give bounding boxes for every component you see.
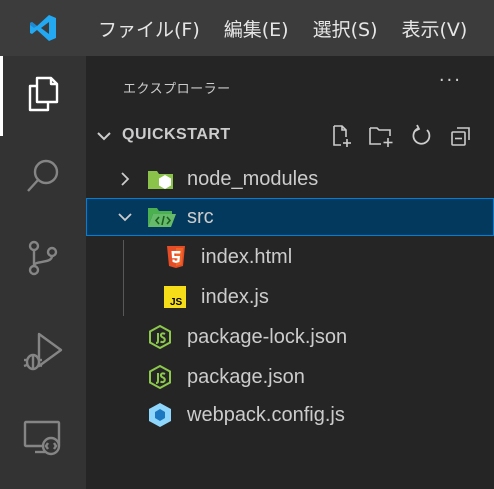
- activity-bar: [0, 56, 86, 489]
- menu-bar: ファイル(F) 編集(E) 選択(S) 表示(V): [0, 0, 494, 56]
- javascript-file-icon: JS: [164, 286, 186, 312]
- remote-explorer-button[interactable]: [0, 400, 86, 480]
- menu-selection[interactable]: 選択(S): [301, 0, 390, 56]
- svg-text:JS: JS: [170, 297, 183, 308]
- run-debug-icon: [21, 330, 65, 378]
- tree-item-label: index.html: [201, 246, 293, 268]
- chevron-down-icon: [116, 208, 134, 230]
- search-button[interactable]: [0, 138, 86, 218]
- collapse-all-icon[interactable]: [446, 122, 476, 150]
- tree-item-package-json[interactable]: package.json: [86, 358, 494, 396]
- nodejs-file-icon: [148, 324, 172, 354]
- tree-item-src[interactable]: src: [86, 198, 494, 236]
- node-folder-icon: [147, 167, 175, 195]
- tree-item-webpack-config-js[interactable]: webpack.config.js: [86, 396, 494, 434]
- new-folder-icon[interactable]: [366, 122, 396, 150]
- run-debug-button[interactable]: [0, 314, 86, 394]
- tree-item-label: package-lock.json: [187, 326, 348, 348]
- vscode-logo-icon: [0, 0, 86, 56]
- workspace-title: QUICKSTART: [122, 126, 231, 143]
- tree-item-label: node_modules: [187, 168, 319, 190]
- explorer-button[interactable]: [0, 56, 86, 136]
- sidebar-title: エクスプローラー: [123, 82, 231, 97]
- src-folder-open-icon: [147, 205, 177, 233]
- chevron-down-icon: [94, 126, 114, 150]
- tree-item-node-modules[interactable]: node_modules: [86, 160, 494, 198]
- html5-file-icon: [166, 245, 186, 273]
- tree-item-label: src: [187, 206, 214, 228]
- remote-explorer-icon: [21, 416, 65, 464]
- explorer-icon: [23, 74, 63, 118]
- tree-item-label: package.json: [187, 366, 305, 388]
- more-actions-button[interactable]: ···: [439, 70, 462, 91]
- refresh-icon[interactable]: [406, 122, 436, 150]
- tree-item-label: webpack.config.js: [187, 404, 345, 426]
- nodejs-file-icon: [148, 364, 172, 394]
- menu-view[interactable]: 表示(V): [390, 0, 480, 56]
- tree-item-package-lock-json[interactable]: package-lock.json: [86, 318, 494, 356]
- chevron-right-icon: [116, 170, 134, 192]
- tree-item-index-js[interactable]: JS index.js: [86, 278, 494, 316]
- menu-edit[interactable]: 編集(E): [212, 0, 301, 56]
- source-control-button[interactable]: [0, 220, 86, 300]
- explorer-sidebar: エクスプローラー ··· QUICKSTART node_modules src…: [86, 56, 494, 489]
- source-control-icon: [23, 238, 63, 282]
- tree-item-index-html[interactable]: index.html: [86, 238, 494, 276]
- search-icon: [23, 156, 63, 200]
- workspace-section-header[interactable]: QUICKSTART: [86, 118, 494, 154]
- tree-item-label: index.js: [201, 286, 269, 308]
- webpack-file-icon: [148, 402, 172, 432]
- menu-file[interactable]: ファイル(F): [86, 0, 212, 56]
- new-file-icon[interactable]: [326, 122, 356, 150]
